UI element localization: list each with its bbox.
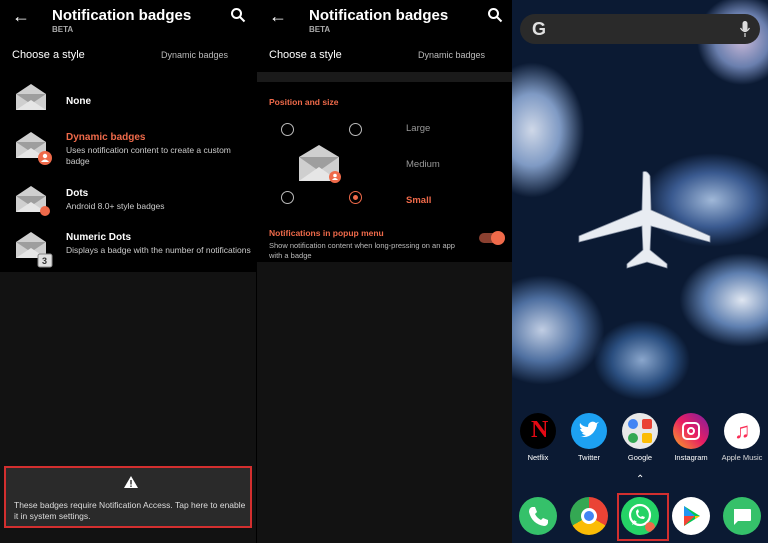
popup-menu-toggle[interactable] (479, 231, 505, 245)
choose-style-label: Choose a style (12, 49, 85, 61)
app-twitter[interactable]: Twitter (569, 413, 609, 462)
choose-style-row[interactable]: Choose a style Dynamic badges (257, 40, 512, 72)
position-bottom-left-radio[interactable] (281, 191, 294, 204)
page-subtitle: BETA (309, 25, 331, 34)
dock-chrome[interactable] (569, 497, 609, 535)
apple-music-icon: ♫ (724, 413, 760, 449)
envelope-preview-icon (299, 145, 341, 183)
page-title: Notification badges (309, 7, 449, 24)
option-dots-label: Dots (66, 188, 89, 199)
size-medium-option[interactable]: Medium (406, 159, 440, 170)
app-bar: ← Notification badges BETA (257, 0, 512, 40)
whatsapp-highlight-box (617, 493, 669, 541)
app-google-folder[interactable]: Google (620, 413, 660, 462)
home-screen: G N Netflix Twitter Google Instagram ♫ A… (512, 0, 768, 543)
google-search-bar[interactable]: G (520, 14, 760, 44)
envelope-dot-icon (16, 186, 50, 216)
instagram-icon (673, 413, 709, 449)
envelope-dynamic-badge-icon (16, 132, 52, 165)
size-small-option[interactable]: Small (406, 195, 431, 206)
banner-text: These badges require Notification Access… (14, 500, 246, 521)
app-netflix[interactable]: N Netflix (518, 413, 558, 462)
app-instagram[interactable]: Instagram (671, 413, 711, 462)
option-dots[interactable]: Dots Android 8.0+ style badges (0, 176, 256, 222)
choose-style-value: Dynamic badges (417, 50, 485, 60)
phone-icon (519, 497, 557, 535)
app-label: Apple Music (721, 453, 763, 462)
section-divider (257, 72, 512, 82)
settings-screen-position: ← Notification badges BETA Choose a styl… (256, 0, 512, 543)
position-top-right-radio[interactable] (349, 123, 362, 136)
app-drawer-chevron-icon[interactable]: ⌃ (636, 474, 644, 485)
back-arrow-icon[interactable]: ← (12, 6, 30, 27)
option-none[interactable]: None (0, 74, 256, 120)
dock-play-store[interactable] (671, 497, 711, 535)
back-arrow-icon[interactable]: ← (269, 6, 287, 27)
google-logo-icon: G (532, 19, 547, 39)
envelope-icon (16, 84, 46, 110)
option-dots-desc: Android 8.0+ style badges (66, 201, 165, 211)
play-store-icon (672, 497, 710, 535)
choose-style-value: Dynamic badges (160, 50, 228, 60)
page-title: Notification badges (52, 7, 192, 24)
twitter-icon (571, 413, 607, 449)
warning-icon (124, 476, 138, 488)
chrome-icon (570, 497, 608, 535)
choose-style-label: Choose a style (269, 49, 342, 61)
badge-style-list: None Dynamic badges Uses notification co… (0, 72, 256, 272)
messages-icon (723, 497, 761, 535)
toggle-knob (491, 231, 505, 245)
dock-phone[interactable] (518, 497, 558, 535)
page-subtitle: BETA (52, 25, 74, 34)
popup-menu-desc: Show notification content when long-pres… (269, 241, 455, 260)
option-numeric-dots[interactable]: 3 Numeric Dots Displays a badge with the… (0, 222, 256, 268)
netflix-icon: N (520, 413, 556, 449)
app-apple-music[interactable]: ♫ Apple Music (722, 413, 762, 462)
search-icon[interactable] (230, 7, 246, 23)
option-numeric-desc: Displays a badge with the number of noti… (66, 245, 251, 255)
option-none-label: None (66, 96, 91, 107)
numeric-badge-count: 3 (42, 256, 48, 266)
option-dynamic-label: Dynamic badges (66, 132, 146, 143)
mic-icon[interactable] (740, 21, 750, 37)
notification-access-banner[interactable]: These badges require Notification Access… (4, 466, 252, 528)
option-dynamic-desc: Uses notification content to create a cu… (66, 145, 231, 166)
option-numeric-label: Numeric Dots (66, 232, 132, 243)
size-large-option[interactable]: Large (406, 123, 430, 134)
settings-screen-styles: ← Notification badges BETA Choose a styl… (0, 0, 256, 543)
option-dynamic-badges[interactable]: Dynamic badges Uses notification content… (0, 122, 256, 168)
position-size-title: Position and size (269, 97, 339, 107)
google-folder-icon (622, 413, 658, 449)
search-icon[interactable] (487, 7, 503, 23)
dock-messages[interactable] (722, 497, 762, 535)
airplane-wallpaper-icon (578, 171, 711, 269)
position-top-left-radio[interactable] (281, 123, 294, 136)
choose-style-row[interactable]: Choose a style Dynamic badges (0, 40, 256, 72)
app-bar: ← Notification badges BETA (0, 0, 256, 40)
popup-menu-title: Notifications in popup menu (269, 228, 384, 238)
envelope-numeric-icon (16, 232, 53, 268)
position-bottom-right-radio[interactable] (349, 191, 362, 204)
